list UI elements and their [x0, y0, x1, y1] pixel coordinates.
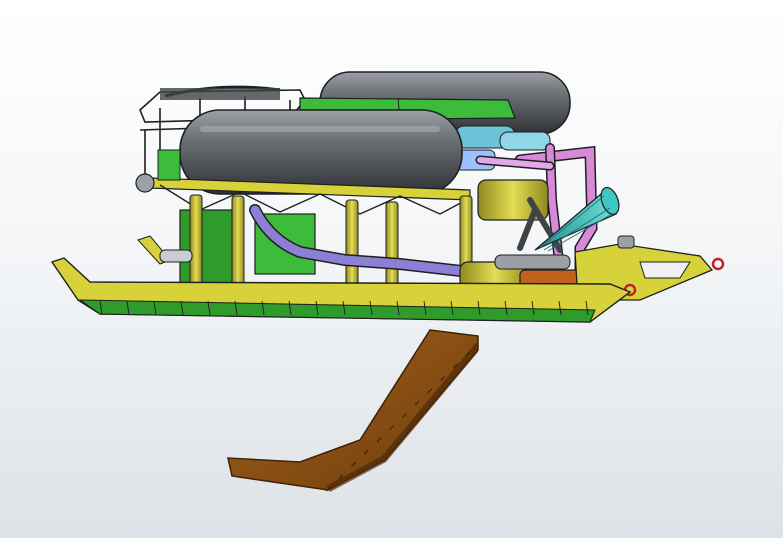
- tow-arm: [227, 329, 479, 492]
- side-cylinder: [159, 249, 193, 263]
- cad-viewport[interactable]: [0, 0, 783, 538]
- frame-post: [231, 195, 245, 297]
- frame-post: [189, 194, 203, 293]
- rov-model-svg: [50, 71, 725, 492]
